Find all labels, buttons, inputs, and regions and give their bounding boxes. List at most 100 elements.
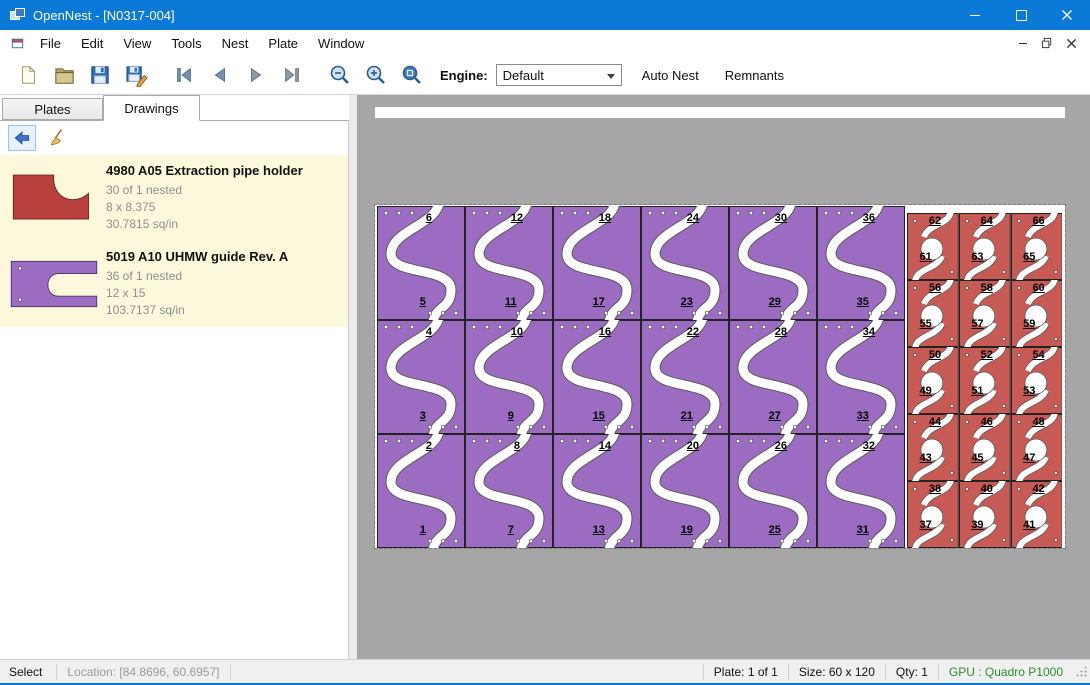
save-as-button[interactable]	[118, 59, 154, 91]
new-button[interactable]	[10, 59, 46, 91]
nested-part-pair[interactable]: 6665	[1011, 213, 1063, 280]
nested-part-pair[interactable]: 5049	[907, 347, 959, 414]
menu-item-window[interactable]: Window	[308, 32, 374, 55]
engine-select[interactable]: Default	[496, 64, 622, 86]
nested-part-pair[interactable]: 4847	[1011, 414, 1063, 481]
part-number: 26	[775, 440, 787, 452]
tab-drawings[interactable]: Drawings	[103, 95, 200, 121]
drawing-item[interactable]: 4980 A05 Extraction pipe holder 30 of 1 …	[0, 155, 348, 241]
nested-part-pair[interactable]: 3635	[817, 206, 905, 320]
nav-next-button[interactable]	[238, 59, 274, 91]
menu-item-file[interactable]: File	[30, 32, 71, 55]
drawing-list: 4980 A05 Extraction pipe holder 30 of 1 …	[0, 155, 348, 327]
child-close-button[interactable]	[1060, 34, 1082, 52]
nested-part-pair[interactable]: 3837	[907, 481, 959, 548]
status-plate: Plate: 1 of 1	[704, 665, 788, 679]
part-number: 46	[981, 416, 993, 428]
nested-part-pair[interactable]: 1817	[553, 206, 641, 320]
nested-part-pair[interactable]: 2019	[641, 434, 729, 548]
nested-part-pair[interactable]: 6059	[1011, 280, 1063, 347]
nested-part-pair[interactable]: 1211	[465, 206, 553, 320]
maximize-button[interactable]	[998, 0, 1044, 30]
panel-splitter[interactable]	[349, 95, 357, 660]
part-number: 58	[981, 282, 993, 294]
nested-part-pair[interactable]: 109	[465, 320, 553, 434]
restore-icon	[1041, 37, 1053, 49]
drawing-item[interactable]: 5019 A10 UHMW guide Rev. A 36 of 1 neste…	[0, 241, 348, 327]
open-button[interactable]	[46, 59, 82, 91]
nested-part-pair[interactable]: 4241	[1011, 481, 1063, 548]
part-thumbnail	[6, 245, 106, 323]
menu-item-tools[interactable]: Tools	[161, 32, 211, 55]
tab-plates[interactable]: Plates	[2, 98, 103, 120]
part-number: 21	[681, 410, 693, 422]
panel-tabs: Plates Drawings	[0, 95, 349, 120]
part-number: 43	[920, 452, 932, 464]
resize-grip[interactable]	[1075, 665, 1088, 678]
part-number: 60	[1032, 282, 1044, 294]
nested-part-pair[interactable]: 1413	[553, 434, 641, 548]
drawing-info: 5019 A10 UHMW guide Rev. A 36 of 1 neste…	[106, 245, 288, 323]
nested-part-pair[interactable]: 2221	[641, 320, 729, 434]
part-number: 24	[687, 212, 699, 224]
menu-item-edit[interactable]: Edit	[71, 32, 113, 55]
nested-part-pair[interactable]: 4645	[959, 414, 1011, 481]
status-qty: Qty: 1	[886, 665, 938, 679]
broom-icon	[48, 128, 68, 148]
nested-part-pair[interactable]: 3231	[817, 434, 905, 548]
part-number: 35	[857, 296, 869, 308]
nested-part-pair[interactable]: 65	[377, 206, 465, 320]
part-number: 64	[981, 215, 993, 227]
clear-drawings-button[interactable]	[44, 125, 72, 151]
first-arrow-icon	[173, 64, 195, 86]
menu-item-view[interactable]: View	[113, 32, 161, 55]
part-number: 55	[920, 318, 932, 330]
nav-prev-button[interactable]	[202, 59, 238, 91]
nav-first-button[interactable]	[166, 59, 202, 91]
minimize-button[interactable]	[952, 0, 998, 30]
nested-part-pair[interactable]: 4443	[907, 414, 959, 481]
title-bar[interactable]: OpenNest - [N0317-004]	[0, 0, 1090, 30]
nested-part-pair[interactable]: 5857	[959, 280, 1011, 347]
zoom-in-button[interactable]	[358, 59, 394, 91]
nested-part-pair[interactable]: 43	[377, 320, 465, 434]
child-restore-button[interactable]	[1036, 34, 1058, 52]
engine-selected-value: Default	[503, 68, 544, 83]
nested-part-pair[interactable]: 2827	[729, 320, 817, 434]
nav-last-button[interactable]	[274, 59, 310, 91]
part-number: 47	[1023, 452, 1035, 464]
zoom-in-icon	[364, 63, 388, 87]
child-minimize-button[interactable]	[1012, 34, 1034, 52]
zoom-out-button[interactable]	[322, 59, 358, 91]
zoom-fit-button[interactable]	[394, 59, 430, 91]
nested-part-pair[interactable]: 5655	[907, 280, 959, 347]
remnants-button[interactable]: Remnants	[719, 64, 790, 87]
nested-part-pair[interactable]: 5251	[959, 347, 1011, 414]
nest-viewport[interactable]: 65 1211 1817 2423 30	[357, 95, 1090, 660]
load-drawing-button[interactable]	[8, 125, 36, 151]
status-mode: Select	[0, 665, 56, 679]
menu-item-plate[interactable]: Plate	[258, 32, 308, 55]
nested-part-pair[interactable]: 4039	[959, 481, 1011, 548]
close-button[interactable]	[1044, 0, 1090, 30]
prev-arrow-icon	[209, 64, 231, 86]
nested-part-pair[interactable]: 21	[377, 434, 465, 548]
plate-sheet[interactable]: 65 1211 1817 2423 30	[375, 205, 1065, 548]
status-size: Size: 60 x 120	[789, 665, 885, 679]
part-number: 61	[920, 251, 932, 263]
nested-part-pair[interactable]: 3029	[729, 206, 817, 320]
nested-part-pair[interactable]: 6261	[907, 213, 959, 280]
nested-part-pair[interactable]: 2423	[641, 206, 729, 320]
part-number: 51	[971, 385, 983, 397]
save-button[interactable]	[82, 59, 118, 91]
nested-part-pair[interactable]: 6463	[959, 213, 1011, 280]
nested-part-pair[interactable]: 5453	[1011, 347, 1063, 414]
nested-part-pair[interactable]: 3433	[817, 320, 905, 434]
nested-part-pair[interactable]: 1615	[553, 320, 641, 434]
auto-nest-button[interactable]: Auto Nest	[636, 64, 705, 87]
nested-part-pair[interactable]: 2625	[729, 434, 817, 548]
nested-part-pair[interactable]: 87	[465, 434, 553, 548]
drawing-title: 4980 A05 Extraction pipe holder	[106, 163, 303, 178]
document-window-icon[interactable]	[10, 36, 25, 51]
menu-item-nest[interactable]: Nest	[212, 32, 259, 55]
